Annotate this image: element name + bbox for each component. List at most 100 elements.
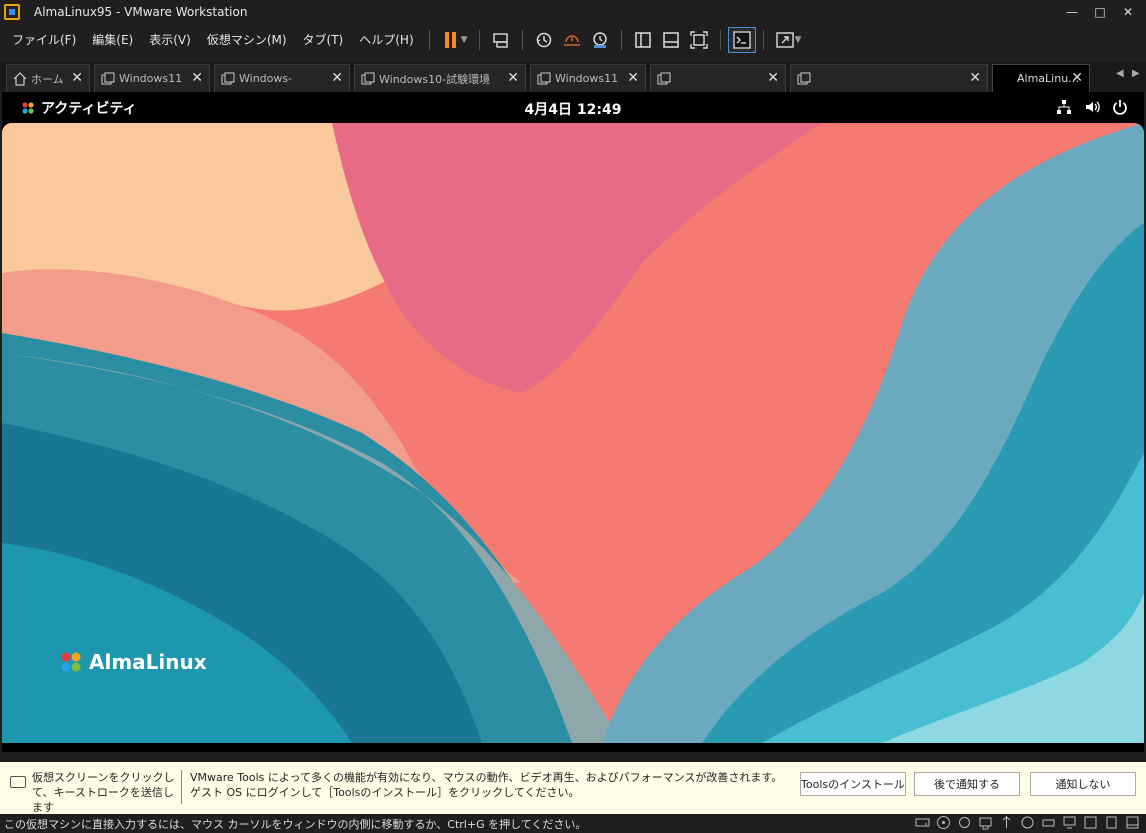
fit-guest-button[interactable]	[685, 27, 713, 53]
storage-icon[interactable]	[1104, 815, 1119, 830]
home-icon	[13, 71, 27, 86]
status-text: この仮想マシンに直接入力するには、マウス カーソルをウィンドウの内側に移動するか…	[4, 818, 587, 831]
power-icon	[1113, 100, 1127, 115]
vm-icon	[221, 72, 235, 84]
pause-dropdown-icon[interactable]: ▼	[461, 35, 468, 45]
close-tab-icon[interactable]: ✕	[507, 70, 519, 86]
cd-dvd-icon[interactable]	[936, 815, 951, 830]
toolbar-separator	[521, 30, 523, 50]
device-status-icons	[915, 815, 1140, 830]
full-screen-dropdown-icon[interactable]: ▼	[795, 35, 802, 45]
tab-vm[interactable]: Windows10-試験環境 ✕	[354, 64, 526, 92]
tab-vm[interactable]: Windows- ✕	[214, 64, 350, 92]
hard-disk-icon[interactable]	[915, 815, 930, 830]
snapshot-button[interactable]	[530, 27, 558, 53]
full-screen-icon	[775, 32, 794, 48]
status-bar: この仮想マシンに直接入力するには、マウス カーソルをウィンドウの内側に移動するか…	[0, 814, 1146, 833]
display-icon[interactable]	[1062, 815, 1077, 830]
menu-vm[interactable]: 仮想マシン(M)	[199, 28, 295, 52]
close-tab-icon[interactable]: ✕	[767, 70, 779, 86]
floppy-icon[interactable]	[957, 815, 972, 830]
tab-vm[interactable]: ✕	[790, 64, 988, 92]
menu-view[interactable]: 表示(V)	[141, 28, 199, 52]
console-view-button[interactable]	[727, 27, 756, 53]
vm-icon	[361, 72, 375, 84]
close-tab-icon[interactable]: ✕	[331, 70, 343, 86]
vmware-tools-notification: 仮想スクリーンをクリックして、キーストロークを送信します VMware Tool…	[0, 762, 1146, 814]
menu-bar: ファイル(F) 編集(E) 表示(V) 仮想マシン(M) タブ(T) ヘルプ(H…	[0, 24, 1146, 56]
toolbar-separator	[428, 30, 430, 50]
snapshot-icon	[536, 32, 551, 48]
tab-vm[interactable]: ✕	[650, 64, 786, 92]
close-tab-icon[interactable]: ✕	[627, 70, 639, 86]
toolbar-separator	[762, 30, 764, 50]
keyboard-icon	[10, 776, 26, 788]
sound-card-icon[interactable]	[1020, 815, 1035, 830]
system-tray[interactable]	[1056, 99, 1128, 115]
click-hint-text: 仮想スクリーンをクリックして、キーストロークを送信します	[32, 771, 175, 814]
message-log-icon[interactable]	[1083, 815, 1098, 830]
tab-scroll-left-icon[interactable]: ◀	[1116, 68, 1124, 79]
maximize-button[interactable]: □	[1086, 0, 1114, 24]
pause-icon	[444, 32, 456, 48]
volume-icon	[1086, 101, 1100, 113]
toolbar-separator	[620, 30, 622, 50]
close-tab-icon[interactable]: ✕	[969, 70, 981, 86]
tab-label: Windows11	[555, 72, 619, 85]
tab-label: Windows10-試験環境	[379, 72, 491, 86]
close-tab-icon[interactable]: ✕	[71, 70, 83, 86]
gnome-clock[interactable]: 4月4日 12:49	[2, 99, 1144, 119]
tab-label: AlmaLinu…	[1017, 72, 1080, 85]
tab-home[interactable]: ホーム ✕	[6, 64, 90, 92]
remind-later-button[interactable]: 後で通知する	[914, 772, 1020, 796]
install-tools-button[interactable]: Toolsのインストール	[800, 772, 906, 796]
almalinux-logo-icon	[61, 652, 81, 672]
resize-grip-icon[interactable]	[1125, 815, 1140, 830]
usb-icon[interactable]	[999, 815, 1014, 830]
window-title: AlmaLinux95 - VMware Workstation	[34, 5, 248, 19]
vm-icon	[657, 72, 671, 84]
menu-tab[interactable]: タブ(T)	[295, 28, 352, 52]
vm-console[interactable]: アクティビティ 4月4日 12:49 AlmaLinux	[2, 92, 1144, 752]
thumbnail-bar-icon	[662, 32, 679, 48]
tab-bar: ホーム ✕ Windows11 ✕ Windows- ✕ Windows10-試…	[0, 62, 1146, 92]
tab-label: Windows11	[119, 72, 183, 85]
show-thumbnail-bar-button[interactable]	[657, 27, 685, 53]
show-library-button[interactable]	[629, 27, 657, 53]
network-icon	[1057, 100, 1071, 114]
snapshot-manager-icon	[592, 32, 607, 48]
vm-icon	[101, 72, 115, 84]
title-bar: AlmaLinux95 - VMware Workstation — □ ✕	[0, 0, 1146, 24]
tools-message: VMware Tools によって多くの機能が有効になり、マウスの動作、ビデオ再…	[190, 771, 783, 799]
terminal-icon	[732, 31, 751, 49]
fit-window-icon	[689, 31, 708, 49]
network-adapter-icon[interactable]	[978, 815, 993, 830]
menu-edit[interactable]: 編集(E)	[84, 28, 141, 52]
toolbar-separator	[478, 30, 480, 50]
almalinux-logo-text: AlmaLinux	[89, 650, 207, 674]
tab-vm[interactable]: Windows11 ✕	[94, 64, 210, 92]
close-tab-icon[interactable]: ✕	[1071, 70, 1083, 86]
tab-vm[interactable]: Windows11 ✕	[530, 64, 646, 92]
library-icon	[634, 32, 651, 48]
tab-scroll-right-icon[interactable]: ▶	[1132, 68, 1140, 79]
printer-icon[interactable]	[1041, 815, 1056, 830]
tab-label: ホーム	[31, 72, 64, 86]
close-button[interactable]: ✕	[1114, 0, 1142, 24]
snapshot-manager-button[interactable]	[586, 27, 614, 53]
never-remind-button[interactable]: 通知しない	[1030, 772, 1136, 796]
revert-snapshot-button[interactable]	[558, 27, 586, 53]
menu-help[interactable]: ヘルプ(H)	[351, 28, 421, 52]
tab-label: Windows-	[239, 72, 293, 85]
vm-icon	[537, 72, 551, 84]
vmware-app-icon	[4, 4, 20, 20]
revert-snapshot-icon	[563, 35, 580, 46]
send-ctrl-alt-del-button[interactable]	[487, 27, 515, 53]
menu-file[interactable]: ファイル(F)	[0, 28, 84, 52]
close-tab-icon[interactable]: ✕	[191, 70, 203, 86]
notification-divider	[181, 770, 182, 804]
tab-almalinux-active[interactable]: AlmaLinu… ✕	[992, 64, 1090, 92]
minimize-button[interactable]: —	[1058, 0, 1086, 24]
send-keys-icon	[492, 33, 508, 48]
toolbar-separator	[719, 30, 721, 50]
